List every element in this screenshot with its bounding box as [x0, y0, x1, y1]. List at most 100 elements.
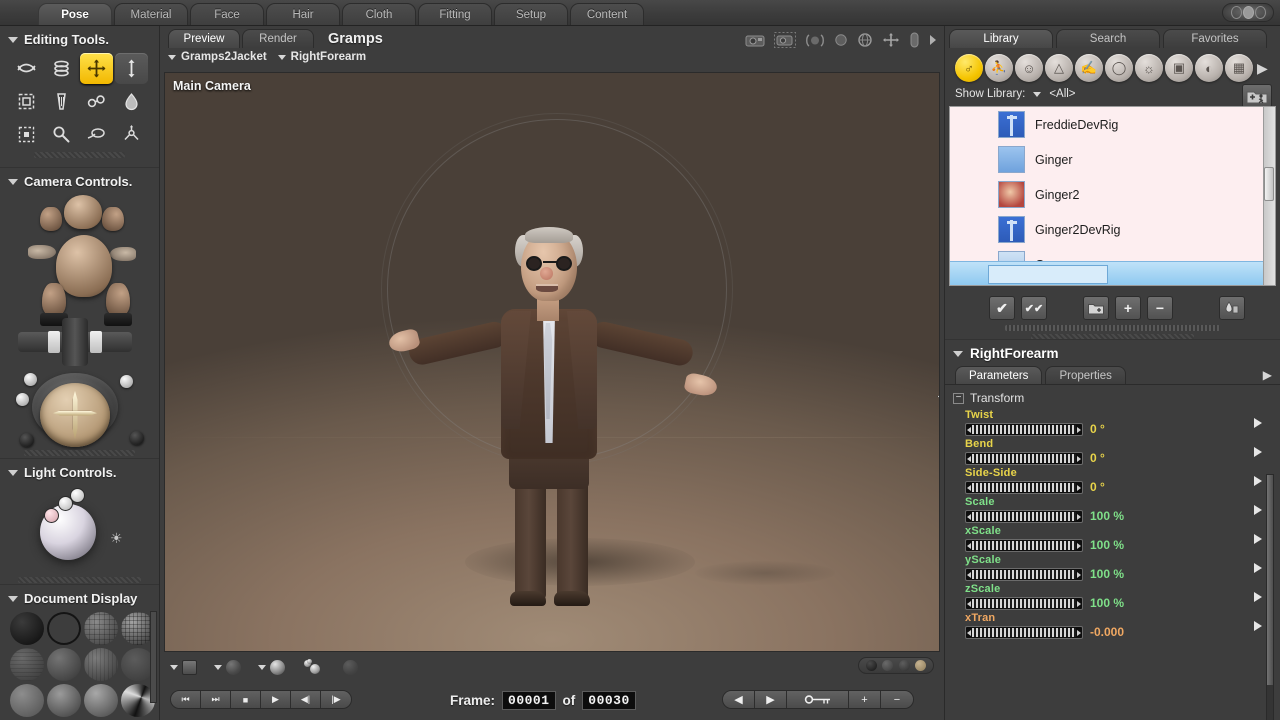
actor-dropdown-icon[interactable]: [278, 55, 286, 60]
add-folder-icon[interactable]: [1242, 84, 1272, 108]
tab-favorites[interactable]: Favorites: [1163, 29, 1267, 48]
breadcrumb-actor[interactable]: RightForearm: [291, 51, 366, 63]
quality-dot-2[interactable]: [882, 660, 893, 671]
move-cross-icon[interactable]: [882, 32, 900, 48]
chevron-down-icon[interactable]: [170, 665, 178, 670]
room-tab-material[interactable]: Material: [114, 3, 188, 25]
morphing-tool-icon[interactable]: [80, 119, 113, 150]
camera-controls-widget[interactable]: [6, 193, 153, 458]
figure-left-leg[interactable]: [515, 481, 546, 599]
show-library-dropdown-icon[interactable]: [1033, 92, 1041, 97]
next-keyframe-button[interactable]: ▶: [755, 691, 787, 708]
camera-hand-left-icon[interactable]: [42, 283, 66, 317]
scale-tool-icon[interactable]: [10, 86, 43, 117]
remove-frame-button[interactable]: −: [881, 691, 913, 708]
grouping-tool-icon[interactable]: [10, 119, 43, 150]
light-handle-3[interactable]: [44, 508, 59, 523]
dial-expand-icon[interactable]: [1254, 418, 1262, 428]
multi-sphere-icon[interactable]: [304, 659, 324, 675]
figure-dropdown-icon[interactable]: [168, 55, 176, 60]
dial-expand-icon[interactable]: [1254, 447, 1262, 457]
dial-expand-icon[interactable]: [1254, 505, 1262, 515]
list-item[interactable]: Ginger: [950, 142, 1275, 177]
go-to-end-button[interactable]: ⏭: [201, 691, 231, 708]
camera-knob-4[interactable]: [130, 431, 144, 445]
library-scrollbar[interactable]: [1263, 107, 1275, 285]
more-arrow-icon[interactable]: [929, 34, 938, 46]
go-to-start-button[interactable]: ⏮: [171, 691, 201, 708]
dial-value[interactable]: 0 °: [1090, 480, 1105, 494]
view-magnifier-tool-icon[interactable]: [45, 119, 78, 150]
library-resize-grip[interactable]: [1005, 325, 1220, 331]
dial-value[interactable]: 0 °: [1090, 451, 1105, 465]
remove-item-button[interactable]: −: [1147, 296, 1173, 320]
dial-control[interactable]: [965, 626, 1083, 639]
room-tab-face[interactable]: Face: [190, 3, 264, 25]
dial-value[interactable]: 0 °: [1090, 422, 1105, 436]
dial-expand-icon[interactable]: [1254, 563, 1262, 573]
rotate-tool-icon[interactable]: [10, 53, 43, 84]
display-style-flat-lined[interactable]: [84, 648, 118, 681]
chevron-down-icon[interactable]: [258, 665, 266, 670]
figure-left-shoe[interactable]: [510, 591, 546, 606]
dial-expand-icon[interactable]: [1254, 592, 1262, 602]
scenes-category-icon[interactable]: ▦: [1225, 54, 1253, 82]
material-button[interactable]: [1219, 296, 1245, 320]
show-library-value[interactable]: <All>: [1049, 88, 1075, 100]
tab-library[interactable]: Library: [949, 29, 1053, 48]
element-style-icon[interactable]: [270, 660, 285, 675]
tab-preview[interactable]: Preview: [168, 29, 240, 48]
figure-right-shoe[interactable]: [554, 591, 590, 606]
list-item[interactable]: FreddieDevRig: [950, 107, 1275, 142]
light-controls-widget[interactable]: ☀: [0, 484, 159, 584]
add-keyframe-button[interactable]: [787, 691, 849, 708]
camera-select-icon[interactable]: [774, 32, 796, 48]
new-folder-button[interactable]: [1083, 296, 1109, 320]
render-quality-toggle[interactable]: [858, 657, 934, 674]
add-frame-button[interactable]: +: [849, 691, 881, 708]
tab-properties[interactable]: Properties: [1045, 366, 1125, 384]
hands-category-icon[interactable]: ✍: [1075, 54, 1103, 82]
light-handle-2[interactable]: [70, 488, 85, 503]
dial-control[interactable]: [965, 510, 1083, 523]
editing-tools-header[interactable]: Editing Tools.: [0, 26, 159, 51]
collapse-triangle-icon[interactable]: [953, 351, 963, 357]
capsule-icon[interactable]: [909, 32, 920, 48]
step-forward-button[interactable]: |▶: [321, 691, 351, 708]
globe-icon[interactable]: [857, 32, 873, 48]
breadcrumb-figure[interactable]: Gramps2Jacket: [181, 51, 267, 63]
dial-value[interactable]: 100 %: [1090, 509, 1124, 523]
dim-sphere-icon[interactable]: [343, 660, 358, 675]
figure-right-leg[interactable]: [557, 481, 588, 599]
display-style-wireframe[interactable]: [84, 612, 118, 645]
dial-value[interactable]: 100 %: [1090, 596, 1124, 610]
document-style-icon[interactable]: [182, 660, 197, 675]
twist-tool-icon[interactable]: [45, 53, 78, 84]
display-style-outline[interactable]: [47, 612, 81, 645]
display-style-texture-shaded[interactable]: [47, 684, 81, 717]
camera-trackball-dome[interactable]: [40, 383, 110, 447]
light-controls-header[interactable]: Light Controls.: [0, 459, 159, 484]
add-item-button[interactable]: +: [1115, 296, 1141, 320]
dial-control[interactable]: [965, 597, 1083, 610]
quality-dot-3[interactable]: [899, 660, 910, 671]
collapse-triangle-icon[interactable]: [8, 596, 18, 602]
panel-resize-grip[interactable]: [24, 450, 135, 456]
collapse-triangle-icon[interactable]: [8, 470, 18, 476]
lights-category-icon[interactable]: ☼: [1135, 54, 1163, 82]
play-button[interactable]: ▶: [261, 691, 291, 708]
figure-left-arm[interactable]: [407, 319, 510, 367]
camera-face-top-icon[interactable]: [64, 195, 102, 229]
camera-hand-top-right-icon[interactable]: [102, 207, 124, 231]
quality-dot-4[interactable]: [915, 660, 926, 671]
display-style-flat-shaded[interactable]: [47, 648, 81, 681]
panel-resize-grip[interactable]: [18, 577, 141, 583]
list-item-selected[interactable]: [950, 261, 1263, 285]
camera-controls-header[interactable]: Camera Controls.: [0, 168, 159, 193]
chevron-down-icon[interactable]: [214, 665, 222, 670]
parameters-scrollbar-thumb[interactable]: [1267, 475, 1273, 685]
tab-parameters[interactable]: Parameters: [955, 366, 1042, 384]
direct-manipulation-tool-icon[interactable]: [115, 119, 148, 150]
color-tool-icon[interactable]: [115, 86, 148, 117]
translate-pull-tool-icon[interactable]: [80, 53, 113, 84]
